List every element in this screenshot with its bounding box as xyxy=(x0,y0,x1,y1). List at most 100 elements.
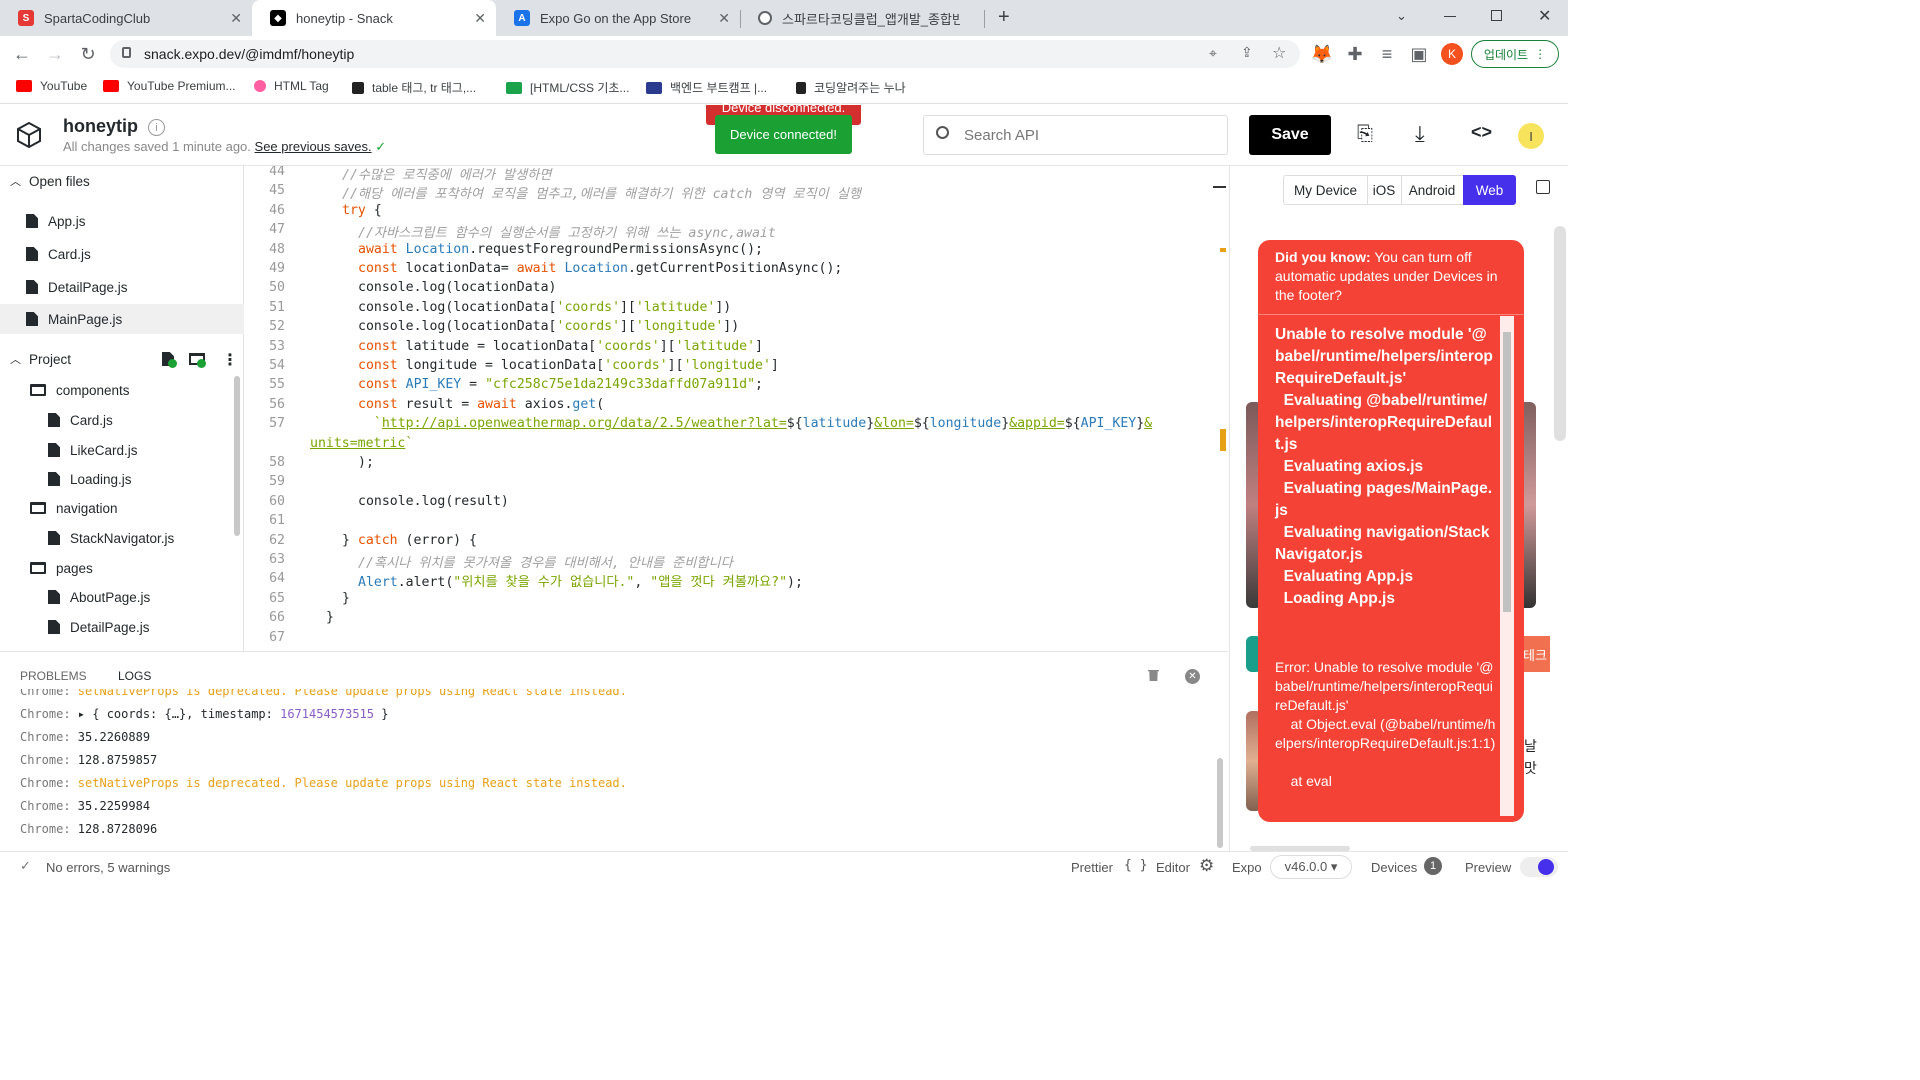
reload-icon[interactable]: ↻ xyxy=(76,42,100,66)
maximize-icon[interactable] xyxy=(1491,10,1502,21)
update-button[interactable]: 업데이트 ⋮ xyxy=(1471,40,1559,68)
code-line: const API_KEY = "cfc258c75e1da2149c33daf… xyxy=(358,377,763,393)
share-icon[interactable]: ⇪ xyxy=(1241,44,1253,61)
segment-web[interactable]: Web xyxy=(1463,175,1516,205)
media-queue-icon[interactable]: ≡ xyxy=(1375,42,1399,66)
close-panel-icon[interactable]: ✕ xyxy=(1185,669,1200,684)
back-icon[interactable]: ← xyxy=(10,42,34,66)
file-item[interactable]: Card.js xyxy=(0,405,240,435)
browser-tab[interactable]: S SpartaCodingClub ✕ xyxy=(0,0,252,36)
devices-button[interactable]: Devices xyxy=(1371,860,1417,875)
segment-android[interactable]: Android xyxy=(1401,175,1464,205)
new-file-plus-badge xyxy=(168,359,177,368)
info-icon[interactable]: i xyxy=(148,119,165,136)
dots-icon xyxy=(352,81,364,94)
tab-problems[interactable]: PROBLEMS xyxy=(20,669,87,683)
new-tab-icon[interactable]: + xyxy=(998,6,1010,29)
address-bar[interactable]: snack.expo.dev/@imdmf/honeytip ⌖ ⇪ ☆ xyxy=(110,40,1300,68)
browser-tab-active[interactable]: ◆ honeytip - Snack ✕ xyxy=(252,0,496,36)
error-scrollbar-thumb[interactable] xyxy=(1503,332,1511,612)
open-external-icon[interactable] xyxy=(1536,180,1550,194)
bookmark-item[interactable]: table 태그, tr 태그,... xyxy=(352,79,476,96)
sdk-version-select[interactable]: v46.0.0 ▾ xyxy=(1270,855,1352,879)
save-button[interactable]: Save xyxy=(1249,115,1331,155)
folder-item[interactable]: pages xyxy=(0,553,240,583)
sidebar-scrollbar[interactable] xyxy=(234,376,240,536)
user-avatar[interactable]: I xyxy=(1518,123,1544,149)
error-overlay: Did you know: You can turn off automatic… xyxy=(1258,240,1524,822)
browser-tab[interactable]: A Expo Go on the App Store ✕ xyxy=(496,0,740,36)
file-item[interactable]: LikeCard.js xyxy=(0,435,240,465)
trash-icon[interactable] xyxy=(1148,669,1159,681)
bookmark-item[interactable]: 코딩알려주는 누나 xyxy=(796,79,906,96)
toast-text: Device connected! xyxy=(730,127,837,142)
file-item[interactable]: Loading.js xyxy=(0,464,240,494)
bookmark-item[interactable]: [HTML/CSS 기초... xyxy=(506,79,629,96)
extensions-icon[interactable]: ✚ xyxy=(1343,42,1367,66)
import-icon[interactable]: ⎘ xyxy=(1357,123,1373,146)
line-number: 67 xyxy=(269,629,285,645)
file-item[interactable]: DetailPage.js xyxy=(0,612,240,642)
open-file-item[interactable]: App.js xyxy=(0,206,240,236)
embed-code-icon[interactable]: <> xyxy=(1471,122,1492,143)
bookmark-item[interactable]: YouTube Premium... xyxy=(103,79,236,93)
folder-item[interactable]: components xyxy=(0,375,240,405)
tab-logs[interactable]: LOGS xyxy=(118,669,151,683)
segment-ios[interactable]: iOS xyxy=(1367,175,1402,205)
open-file-item-active[interactable]: MainPage.js xyxy=(0,304,244,334)
prettier-toggle[interactable]: Prettier xyxy=(1071,860,1113,875)
close-icon[interactable]: ✕ xyxy=(230,10,242,27)
code-editor[interactable]: 44 //수많은 로직중에 에러가 발생하면 45 //해당 에러를 포착하여 로직을… xyxy=(245,166,1228,651)
preview-toggle[interactable] xyxy=(1520,857,1558,877)
bookmark-item[interactable]: HTML Tag xyxy=(254,79,329,93)
file-icon xyxy=(26,214,38,228)
search-api-input[interactable]: Search API xyxy=(923,115,1228,155)
editor-settings[interactable]: Editor xyxy=(1156,860,1190,875)
code-line: } catch (error) { xyxy=(342,532,477,548)
bookmark-label: table 태그, tr 태그,... xyxy=(372,81,477,95)
open-files-header[interactable]: ︿ Open files xyxy=(0,166,240,196)
code-line: //혹시나 위치를 못가져올 경우를 대비해서, 안내를 준비합니다 xyxy=(358,556,733,571)
side-panel-icon[interactable]: ▣ xyxy=(1407,42,1431,66)
segment-my-device[interactable]: My Device xyxy=(1283,175,1368,205)
download-icon[interactable]: ⤓ xyxy=(1415,121,1425,147)
code-line: console.log(result) xyxy=(358,493,509,509)
did-you-know-tip: Did you know: You can turn off automatic… xyxy=(1275,248,1515,305)
open-file-item[interactable]: DetailPage.js xyxy=(0,272,240,302)
close-icon[interactable]: ✕ xyxy=(718,10,730,27)
file-item[interactable]: AboutPage.js xyxy=(0,582,240,612)
file-item[interactable]: StackNavigator.js xyxy=(0,523,240,553)
preview-scrollbar[interactable] xyxy=(1554,226,1566,441)
folder-item[interactable]: navigation xyxy=(0,493,240,523)
gear-icon[interactable]: ⚙ xyxy=(1199,856,1214,876)
folder-label: navigation xyxy=(56,500,118,516)
youtube-icon xyxy=(16,80,32,92)
bookmark-star-icon[interactable]: ☆ xyxy=(1272,43,1286,63)
minimap-toggle-icon[interactable] xyxy=(1213,186,1226,188)
code-line: //자바스크립트 함수의 실행순서를 고정하기 위해 쓰는 async,awai… xyxy=(358,226,776,242)
metamask-icon[interactable]: 🦊 xyxy=(1310,42,1334,66)
problems-status[interactable]: No errors, 5 warnings xyxy=(46,860,170,875)
bookmark-item[interactable]: YouTube xyxy=(16,79,87,93)
see-previous-saves-link[interactable]: See previous saves. xyxy=(255,139,372,154)
line-number: 50 xyxy=(269,280,285,296)
tab-title: honeytip - Snack xyxy=(296,10,393,26)
minimize-icon[interactable] xyxy=(1444,16,1456,17)
window-close-icon[interactable]: ✕ xyxy=(1538,6,1551,26)
youtube-icon xyxy=(103,80,119,92)
braces-icon: { } xyxy=(1124,858,1148,873)
browser-tab[interactable]: 스파르타코딩클럽_앱개발_종합반 xyxy=(740,0,984,36)
forward-icon[interactable]: → xyxy=(43,42,67,66)
project-name[interactable]: honeytip xyxy=(63,116,138,137)
code-line: } xyxy=(326,610,334,626)
profile-avatar[interactable]: K xyxy=(1441,43,1463,65)
bookmark-item[interactable]: 백엔드 부트캠프 |... xyxy=(646,79,767,96)
more-options-icon[interactable]: ⋮ xyxy=(222,350,238,370)
location-pin-icon[interactable]: ⌖ xyxy=(1209,45,1217,62)
close-icon[interactable]: ✕ xyxy=(474,10,486,27)
tab-search-chevron-icon[interactable]: ⌄ xyxy=(1396,8,1407,24)
console-scrollbar[interactable] xyxy=(1217,758,1223,848)
open-file-item[interactable]: Card.js xyxy=(0,239,240,269)
folder-label: components xyxy=(56,382,130,398)
file-label: MainPage.js xyxy=(48,311,123,327)
